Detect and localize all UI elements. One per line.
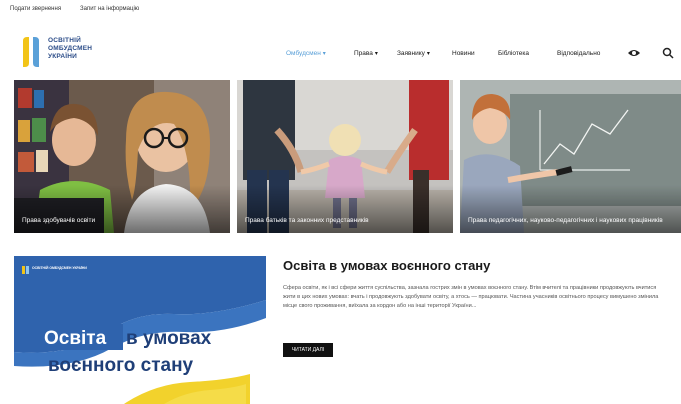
tile-students-rights[interactable]: Права здобувачів освіти — [14, 80, 230, 233]
logo-line-3: УКРАЇНИ — [48, 53, 78, 60]
banner-logo-text: ОСВІТНІЙ ОМБУДСМЕН УКРАЇНИ — [32, 266, 87, 270]
nav-applicant-label: Заявнику — [397, 50, 425, 57]
nav-ombudsman-label: Омбудсмен — [286, 50, 321, 57]
article-title[interactable]: Освіта в умовах воєнного стану — [283, 258, 490, 273]
logo-line-1: ОСВІТНІЙ — [48, 37, 81, 44]
nav-library-label: Бібліотека — [498, 50, 529, 57]
chevron-down-icon: ▾ — [426, 51, 430, 57]
topbar-link-info-request[interactable]: Запит на інформацію — [80, 6, 139, 12]
tile-shade — [14, 185, 230, 233]
eye-icon[interactable] — [627, 46, 641, 60]
nav-responsibly[interactable]: Відповідально — [557, 50, 600, 57]
nav-applicant[interactable]: Заявнику ▾ — [397, 50, 430, 57]
topbar-link-appeal[interactable]: Подати звернення — [10, 6, 61, 12]
war-education-banner: ОСВІТНІЙ ОМБУДСМЕН УКРАЇНИ Освіта в умов… — [14, 256, 266, 404]
logo-text: ОСВІТНІЙ ОМБУДСМЕН УКРАЇНИ — [48, 37, 128, 61]
banner-word-education: Освіта — [44, 328, 107, 349]
tile-parents-rights[interactable]: Права батьків та законних представників — [237, 80, 453, 233]
nav-rights[interactable]: Права ▾ — [354, 50, 378, 57]
logo-line-2: ОМБУДСМЕН — [48, 45, 93, 52]
article-excerpt: Сфера освіти, як і всі сфери життя суспі… — [283, 285, 659, 309]
tile-shade — [237, 185, 453, 233]
banner-word-in-conditions: в умовах — [126, 328, 212, 349]
feature-image[interactable]: ОСВІТНІЙ ОМБУДСМЕН УКРАЇНИ Освіта в умов… — [14, 256, 266, 404]
chevron-down-icon: ▾ — [322, 51, 326, 57]
banner-war-state: воєнного стану — [48, 355, 194, 376]
site-header: ОСВІТНІЙ ОМБУДСМЕН УКРАЇНИ Омбудсмен ▾ Пр… — [0, 22, 681, 80]
tile-teachers-rights[interactable]: Права педагогічних, науково-педагогічних… — [460, 80, 681, 233]
site-logo[interactable]: ОСВІТНІЙ ОМБУДСМЕН УКРАЇНИ — [20, 35, 130, 71]
logo-mark-icon — [23, 37, 39, 67]
nav-library[interactable]: Бібліотека — [498, 50, 529, 57]
chevron-down-icon: ▾ — [374, 51, 378, 57]
nav-news-label: Новини — [452, 50, 475, 57]
top-utility-bar: Подати звернення Запит на інформацію — [0, 0, 681, 23]
read-more-button[interactable]: ЧИТАТИ ДАЛІ — [283, 343, 333, 357]
search-icon[interactable] — [661, 46, 675, 60]
tile-caption: Права батьків та законних представників — [245, 217, 369, 224]
tile-caption: Права здобувачів освіти — [22, 217, 96, 224]
nav-news[interactable]: Новини — [452, 50, 475, 57]
nav-rights-label: Права — [354, 50, 373, 57]
tile-caption: Права педагогічних, науково-педагогічних… — [468, 217, 663, 224]
nav-responsibly-label: Відповідально — [557, 50, 601, 57]
tile-shade — [460, 185, 681, 233]
nav-ombudsman[interactable]: Омбудсмен ▾ — [286, 50, 326, 57]
page: Подати звернення Запит на інформацію ОСВ… — [0, 0, 681, 404]
